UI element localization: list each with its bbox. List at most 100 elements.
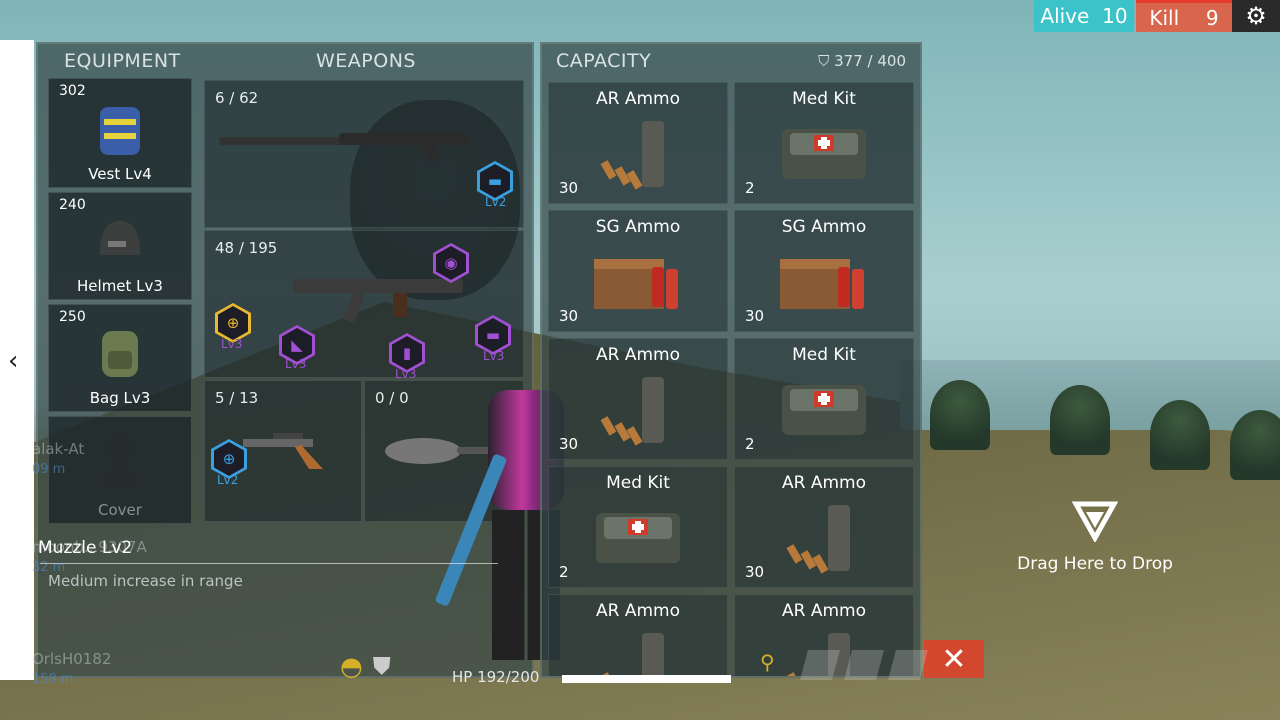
item-name: AR Ammo (596, 601, 680, 621)
item-name: SG Ammo (595, 217, 681, 237)
inventory-item[interactable]: AR Ammo 30 (734, 466, 914, 588)
ghost-player-distance: 09 m (32, 462, 66, 477)
vest-icon: ⛊ (372, 652, 391, 680)
ghost-player-distance: 158 m (32, 672, 74, 687)
vest-label: Vest Lv4 (88, 165, 152, 183)
item-quantity: 2 (745, 179, 755, 197)
ar-ammo-icon (784, 501, 864, 585)
item-name: AR Ammo (596, 89, 680, 109)
inventory-item[interactable]: SG Ammo 30 (548, 210, 728, 332)
kill-count: 9 (1205, 5, 1219, 30)
gear-icon[interactable]: ⚙ (1232, 0, 1280, 32)
ghost-player-name: OrlsH0182 (32, 650, 112, 668)
med-kit-icon (776, 373, 872, 447)
inventory-item[interactable]: AR Ammo 30 (548, 82, 728, 204)
item-name: AR Ammo (782, 601, 866, 621)
inventory-item[interactable]: Med Kit 2 (734, 338, 914, 460)
item-name: AR Ammo (596, 345, 680, 365)
location-pin-icon[interactable]: ⚲ (760, 650, 792, 680)
helmet-icon (94, 215, 146, 269)
quick-slot[interactable] (843, 650, 885, 680)
attachment-level: Lv3 (221, 337, 243, 351)
item-quantity: 2 (745, 435, 755, 453)
drop-zone-label: Drag Here to Drop (1017, 554, 1173, 574)
item-quantity: 30 (559, 435, 579, 453)
close-button[interactable]: ✕ (924, 640, 984, 678)
primary-ammo: 6 / 62 (215, 89, 259, 107)
primary-weapon-slot[interactable]: 6 / 62 ▬ Lv2 (204, 80, 524, 228)
item-quantity: 30 (745, 307, 765, 325)
ar-ammo-icon (598, 373, 678, 457)
sg-ammo-icon (776, 245, 872, 319)
capacity-used: 377 / 400 (834, 52, 906, 70)
secondary-ammo: 48 / 195 (215, 239, 278, 257)
alive-count: 10 (1102, 4, 1128, 28)
hp-bar (562, 675, 731, 683)
ar-ammo-icon (598, 629, 678, 676)
alive-label: Alive (1040, 4, 1090, 28)
inventory-item[interactable]: AR Ammo (548, 594, 728, 676)
match-stats-bar: Alive 10 Kill 9 ⚙ (1034, 0, 1280, 32)
drop-zone[interactable]: Drag Here to Drop (1010, 500, 1180, 574)
attachment-title: Muzzle Lv2 (38, 538, 133, 558)
item-name: AR Ammo (782, 473, 866, 493)
item-name: Med Kit (792, 89, 856, 109)
shotgun-icon (219, 127, 509, 171)
attachment-level: Lv3 (285, 357, 307, 371)
chevron-left-icon[interactable]: ‹ (8, 346, 18, 376)
palm-tree (1150, 400, 1210, 470)
med-kit-icon (776, 117, 872, 191)
quick-slots: ⚲ (760, 650, 929, 680)
capacity-count: ⛉ 377 / 400 (818, 52, 906, 70)
pistol-slot[interactable]: 5 / 13 ⊕ Lv2 (204, 380, 362, 522)
palm-tree (1230, 410, 1280, 480)
item-name: Med Kit (606, 473, 670, 493)
palm-tree (930, 380, 990, 450)
kill-label: Kill (1149, 5, 1180, 30)
inventory-item[interactable]: SG Ammo 30 (734, 210, 914, 332)
pistol-ammo: 5 / 13 (215, 389, 259, 407)
item-quantity: 30 (559, 179, 579, 197)
weight-icon: ⛉ (818, 52, 830, 70)
quick-slot[interactable] (799, 650, 841, 680)
palm-tree (1050, 385, 1110, 455)
ar-ammo-icon (598, 117, 678, 201)
helmet-slot[interactable]: 240 Helmet Lv3 (48, 192, 192, 300)
capacity-panel: CAPACITY ⛉ 377 / 400 AR Ammo 30 Med Kit 2 SG… (540, 42, 922, 678)
drop-icon (1010, 500, 1180, 546)
bag-label: Bag Lv3 (89, 389, 151, 407)
item-name: Med Kit (792, 345, 856, 365)
helmet-label: Helmet Lv3 (77, 277, 163, 295)
inventory-item[interactable]: Med Kit 2 (734, 82, 914, 204)
equipped-gear-indicators: ◓ ⛊ (340, 652, 391, 682)
attachment-level: Lv2 (217, 473, 239, 487)
alive-counter: Alive 10 (1034, 0, 1134, 32)
ghost-player-name: alak-At (32, 440, 85, 458)
secondary-weapon-slot[interactable]: 48 / 195 ⊕ Lv3 ◣ Lv3 ▮ Lv3 ▬ Lv3 ◉ (204, 230, 524, 381)
capacity-header: CAPACITY (556, 50, 652, 72)
inventory-item[interactable]: Med Kit 2 (548, 466, 728, 588)
vest-durability: 302 (59, 83, 86, 99)
attachment-level: Lv3 (395, 367, 417, 381)
revolver-icon (243, 433, 333, 477)
quick-slot[interactable] (887, 650, 929, 680)
cover-label: Cover (98, 501, 142, 519)
attachment-description: Medium increase in range (48, 572, 243, 590)
med-kit-icon (590, 501, 686, 575)
bag-slot[interactable]: 250 Bag Lv3 (48, 304, 192, 412)
helmet-icon: ◓ (340, 652, 363, 682)
weapons-header: WEAPONS (316, 50, 416, 72)
hp-readout: HP 192/200 (452, 668, 540, 686)
character-silhouette-icon (92, 427, 148, 501)
bag-capacity: 250 (59, 309, 86, 325)
backpack-icon (94, 327, 146, 385)
melee-ammo: 0 / 0 (375, 389, 409, 407)
vest-slot[interactable]: 302 Vest Lv4 (48, 78, 192, 188)
item-name: SG Ammo (781, 217, 867, 237)
vest-icon (94, 101, 146, 163)
divider (40, 563, 498, 564)
cover-slot[interactable]: Cover (48, 416, 192, 524)
sg-ammo-icon (590, 245, 686, 319)
item-quantity: 30 (745, 563, 765, 581)
inventory-item[interactable]: AR Ammo 30 (548, 338, 728, 460)
